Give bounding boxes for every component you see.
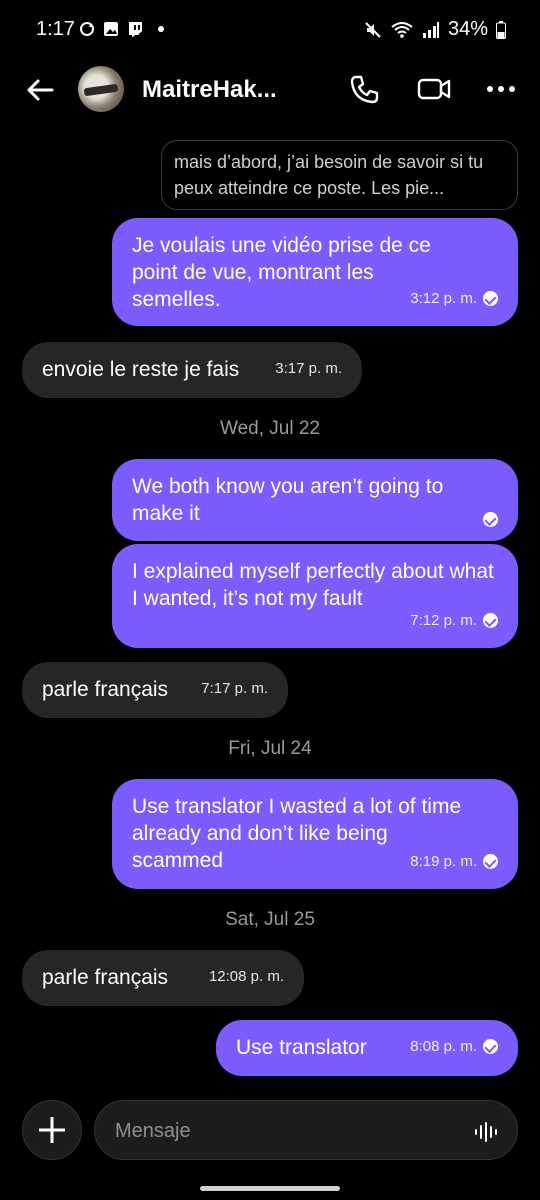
message-meta: 8:08 p. m. bbox=[410, 1033, 498, 1060]
read-check-icon bbox=[483, 854, 498, 869]
home-indicator[interactable] bbox=[200, 1186, 340, 1191]
date-separator: Fri, Jul 24 bbox=[228, 738, 312, 759]
status-time: 1:17 bbox=[36, 18, 75, 40]
quoted-message-text: mais d’abord, j’ai besoin de savoir si t… bbox=[174, 152, 484, 198]
message-time: 8:08 p. m. bbox=[410, 1038, 477, 1055]
message-text: parle français bbox=[42, 678, 169, 701]
message-input[interactable] bbox=[115, 1117, 445, 1145]
message-time: 3:17 p. m. bbox=[275, 360, 342, 377]
message-text: envoie le reste je fais bbox=[42, 358, 240, 381]
more-horizontal-icon[interactable] bbox=[484, 72, 518, 106]
read-check-icon bbox=[483, 1039, 498, 1054]
quoted-message[interactable]: mais d’abord, j’ai besoin de savoir si t… bbox=[161, 140, 518, 210]
mute-icon bbox=[365, 21, 381, 38]
avatar[interactable] bbox=[78, 66, 124, 112]
add-attachment-button[interactable] bbox=[22, 1100, 82, 1160]
message-composer bbox=[0, 1100, 540, 1162]
message-meta: 3:12 p. m. bbox=[410, 285, 498, 312]
message-meta bbox=[483, 512, 498, 527]
incoming-message[interactable]: parle français 12:08 p. m. bbox=[22, 950, 304, 1006]
read-check-icon bbox=[483, 291, 498, 306]
read-check-icon bbox=[483, 512, 498, 527]
date-separator: Wed, Jul 22 bbox=[220, 418, 320, 439]
message-time: 8:19 p. m. bbox=[410, 853, 477, 870]
contact-name[interactable]: MaitreHak... bbox=[142, 76, 277, 104]
video-camera-icon[interactable] bbox=[416, 72, 452, 106]
status-right: 34% bbox=[364, 18, 506, 41]
back-arrow-icon[interactable] bbox=[22, 72, 58, 108]
battery-percent: 34% bbox=[447, 18, 488, 40]
read-check-icon bbox=[483, 613, 498, 628]
message-time: 12:08 p. m. bbox=[208, 968, 284, 985]
incoming-message[interactable]: envoie le reste je fais 3:17 p. m. bbox=[22, 342, 362, 398]
incoming-message[interactable]: parle français 7:17 p. m. bbox=[22, 662, 288, 718]
outgoing-message[interactable]: Je voulais une vidéo prise de ce point d… bbox=[112, 218, 518, 326]
twitch-icon bbox=[129, 22, 142, 37]
outgoing-message[interactable]: We both know you aren’t going to make it bbox=[112, 459, 518, 541]
message-time: 7:17 p. m. bbox=[201, 680, 268, 697]
message-time: 3:12 p. m. bbox=[410, 290, 477, 307]
signal-icon bbox=[422, 21, 439, 38]
battery-icon bbox=[496, 20, 506, 39]
wifi-icon bbox=[391, 21, 413, 38]
message-meta: 7:12 p. m. bbox=[410, 607, 498, 634]
chat-header: MaitreHak... bbox=[0, 62, 540, 118]
sync-icon bbox=[80, 22, 94, 36]
outgoing-message[interactable]: Use translator I wasted a lot of time al… bbox=[112, 779, 518, 889]
phone-icon[interactable] bbox=[348, 72, 382, 106]
date-separator: Sat, Jul 25 bbox=[225, 909, 315, 930]
message-time: 7:12 p. m. bbox=[410, 612, 477, 629]
status-notification-icons bbox=[78, 20, 164, 38]
message-meta: 8:19 p. m. bbox=[410, 848, 498, 875]
message-input-container[interactable] bbox=[94, 1100, 518, 1160]
waveform-icon[interactable] bbox=[473, 1119, 499, 1145]
status-bar: 1:17 34% bbox=[0, 0, 540, 62]
message-text: parle français bbox=[42, 966, 169, 989]
outgoing-message[interactable]: I explained myself perfectly about what … bbox=[112, 544, 518, 648]
gallery-icon bbox=[104, 22, 118, 36]
outgoing-message[interactable]: Use translator 8:08 p. m. bbox=[216, 1020, 518, 1076]
notification-dot-icon bbox=[158, 26, 164, 32]
message-text: I explained myself perfectly about what … bbox=[132, 560, 494, 610]
message-text: Use translator bbox=[236, 1036, 367, 1059]
message-text: We both know you aren’t going to make it bbox=[132, 475, 444, 525]
message-list[interactable]: mais d’abord, j’ai besoin de savoir si t… bbox=[0, 130, 540, 1090]
